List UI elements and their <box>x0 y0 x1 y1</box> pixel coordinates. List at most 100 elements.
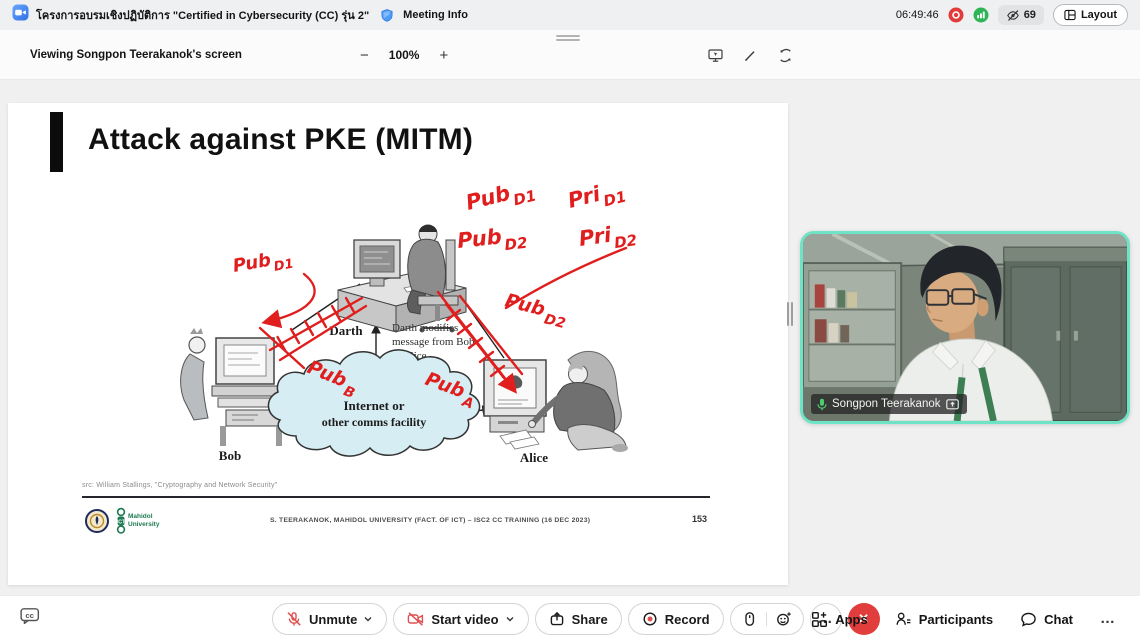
apps-button[interactable]: Apps <box>811 611 868 628</box>
svg-text:message from Bob: message from Bob <box>392 336 475 348</box>
panel-resize-handle[interactable] <box>787 302 797 326</box>
annotation-sub: D1 <box>602 187 629 210</box>
svg-text:ICT: ICT <box>117 520 127 526</box>
annotate-button[interactable] <box>739 44 761 66</box>
ict-logo: ICT <box>114 507 128 540</box>
mouse-icon <box>742 611 757 627</box>
participant-video-frame <box>803 234 1127 421</box>
annotation-sub: D2 <box>542 311 567 332</box>
participant-name: Songpon Teerakanok <box>832 398 941 410</box>
unmute-options-chevron[interactable] <box>363 614 373 624</box>
pill-divider <box>766 612 767 626</box>
participant-video-tile[interactable]: Songpon Teerakanok <box>800 231 1130 424</box>
participants-icon <box>895 611 912 628</box>
hidden-participants-pill[interactable]: 69 <box>998 5 1044 25</box>
meeting-title: โครงการอบรมเชิงปฏิบัติการ "Certified in … <box>36 6 369 24</box>
video-options-chevron[interactable] <box>505 614 515 624</box>
zoom-level: 100% <box>389 48 420 62</box>
reaction-smiley-icon <box>776 611 792 627</box>
university-logo-text: Mahidol University <box>128 513 159 529</box>
svg-text:cc: cc <box>25 611 34 620</box>
mitm-diagram: Bob Darth <box>8 178 788 473</box>
svg-text:PubD2: PubD2 <box>456 222 528 259</box>
layout-button[interactable]: Layout <box>1053 4 1128 26</box>
share-screen-icon <box>549 611 565 627</box>
record-button[interactable]: Record <box>628 603 724 635</box>
share-toolbar: Viewing Songpon Teerakanok's screen − 10… <box>0 30 1140 80</box>
slide-title-accent-bar <box>50 112 63 172</box>
ellipsis-icon: … <box>1100 616 1116 622</box>
meeting-info-button[interactable]: Meeting Info <box>403 9 468 21</box>
apps-label: Apps <box>835 612 868 627</box>
zoom-app-logo <box>12 4 29 26</box>
slide-footer-text: S. TEERAKANOK, MAHIDOL UNIVERSITY (FACT.… <box>270 517 590 524</box>
slide-page-number: 153 <box>692 514 707 524</box>
unmute-button[interactable]: Unmute <box>272 603 387 635</box>
annotation-text: Pub <box>463 181 512 215</box>
annotation-sub: D1 <box>512 186 539 209</box>
remote-control-button[interactable] <box>704 44 726 66</box>
bob-label: Bob <box>219 448 241 463</box>
annotation-text: Pub <box>456 224 503 253</box>
start-video-button[interactable]: Start video <box>393 603 528 635</box>
unmute-label: Unmute <box>309 612 357 627</box>
apps-grid-icon <box>811 611 828 628</box>
slide-title: Attack against PKE (MITM) <box>88 123 473 157</box>
annotation-text: Pub <box>231 250 272 277</box>
annotation-sub: D1 <box>273 257 295 275</box>
layout-label: Layout <box>1081 9 1117 21</box>
pen-icon <box>743 48 758 63</box>
participant-name-pill: Songpon Teerakanok <box>811 394 967 414</box>
tools-pill <box>730 603 804 635</box>
mic-off-icon <box>286 611 302 627</box>
svg-text:PriD2: PriD2 <box>577 219 638 257</box>
control-bar: cc Unmute <box>0 595 1140 641</box>
chat-label: Chat <box>1044 612 1073 627</box>
viewing-label: Viewing Songpon Teerakanok's screen <box>30 30 242 80</box>
circular-arrows-icon <box>778 48 793 63</box>
chat-bubble-icon <box>1020 611 1037 628</box>
annotation-text: Pri <box>565 182 603 213</box>
participants-button[interactable]: Participants <box>895 611 993 628</box>
zoom-out-button[interactable]: − <box>356 46 373 65</box>
connection-quality-icon <box>973 7 989 23</box>
toolbar-drag-handle[interactable] <box>556 33 580 43</box>
is-sharing-icon <box>946 399 959 410</box>
chat-button[interactable]: Chat <box>1020 611 1073 628</box>
svg-text:PubD1: PubD1 <box>463 178 538 221</box>
clock: 06:49:46 <box>896 9 939 21</box>
fit-to-window-button[interactable] <box>774 44 796 66</box>
participants-label: Participants <box>919 612 993 627</box>
more-options-button[interactable]: … <box>1100 616 1116 622</box>
share-label: Share <box>572 612 608 627</box>
reactions-button[interactable] <box>776 611 792 627</box>
share-button[interactable]: Share <box>535 603 622 635</box>
svg-text:Darth modifies: Darth modifies <box>392 322 458 334</box>
hidden-count: 69 <box>1024 9 1036 21</box>
caption-icon: cc <box>20 607 40 624</box>
source-note: src: William Stallings, "Cryptography an… <box>82 482 277 489</box>
chevron-down-icon <box>505 614 515 624</box>
shield-icon <box>380 8 394 23</box>
recording-indicator-icon <box>948 7 964 23</box>
svg-text:PriD1: PriD1 <box>565 178 628 219</box>
remote-mouse-button[interactable] <box>742 611 757 627</box>
annotation-sub: D2 <box>504 234 529 254</box>
svg-text:PubD1: PubD1 <box>231 246 295 282</box>
mahidol-emblem-logo <box>85 507 109 540</box>
svg-text:Internet or: Internet or <box>343 398 404 413</box>
bob-figure <box>181 328 290 446</box>
record-label: Record <box>665 612 710 627</box>
monitor-cursor-icon <box>708 48 723 63</box>
zoom-in-button[interactable]: + <box>435 46 452 65</box>
record-icon <box>642 611 658 627</box>
captions-button[interactable]: cc <box>20 607 40 629</box>
svg-text:other comms facility: other comms facility <box>322 415 426 429</box>
alice-label: Alice <box>520 450 548 465</box>
layout-grid-icon <box>1064 9 1076 21</box>
top-bar: โครงการอบรมเชิงปฏิบัติการ "Certified in … <box>0 0 1140 30</box>
shared-slide: Attack against PKE (MITM) <box>8 103 788 585</box>
darth-figure <box>338 225 466 333</box>
mic-on-icon <box>817 398 827 411</box>
camera-off-icon <box>407 611 424 627</box>
